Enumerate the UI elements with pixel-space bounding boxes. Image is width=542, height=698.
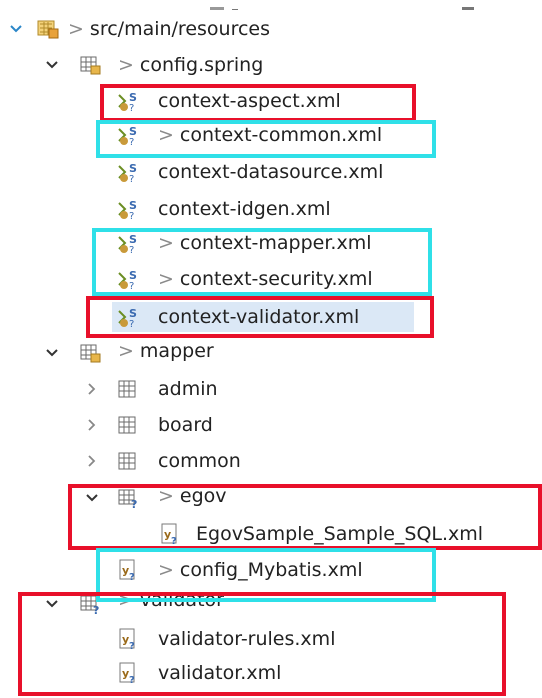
annotation-box-cyan [96, 120, 436, 158]
package-icon [116, 413, 140, 437]
clipped-row-glyphs [210, 7, 474, 10]
package-icon [78, 341, 102, 365]
chevron-right-icon[interactable] [82, 379, 102, 399]
tree-node-label: > src/main/resources [68, 17, 270, 41]
package-icon [116, 449, 140, 473]
tree-node-label: common [158, 450, 241, 472]
annotation-box-red [100, 84, 416, 122]
dirty-marker: > [118, 340, 134, 362]
chevron-down-icon[interactable] [42, 55, 62, 75]
tree-node-admin[interactable]: admin [0, 372, 542, 406]
chevron-down-icon[interactable] [42, 343, 62, 363]
dirty-marker: > [68, 18, 84, 40]
package-icon [78, 53, 102, 77]
tree-node-mapper[interactable]: > mapper [0, 336, 542, 370]
tree-node-label: board [158, 414, 213, 436]
tree-node-config-spring[interactable]: > config.spring [0, 48, 542, 82]
clipped-previous-row [0, 0, 542, 10]
chevron-down-icon[interactable] [6, 19, 26, 39]
src-main-resources-label: src/main/resources [89, 18, 271, 40]
annotation-box-red [86, 296, 434, 338]
dirty-marker: > [118, 54, 134, 76]
source-folder-icon [36, 17, 60, 41]
annotation-box-red [18, 592, 506, 696]
spring-xml-icon: S ? [116, 160, 140, 184]
tree-node-label: context-idgen.xml [158, 198, 331, 220]
config-spring-label: config.spring [139, 54, 264, 76]
mapper-label: mapper [139, 340, 214, 362]
tree-node-label: context-datasource.xml [158, 161, 384, 183]
chevron-right-icon[interactable] [82, 451, 102, 471]
annotation-box-cyan [92, 228, 432, 296]
svg-text:?: ? [129, 211, 134, 221]
tree-node-common[interactable]: common [0, 444, 542, 478]
tree-node-src-main-resources[interactable]: > src/main/resources [0, 12, 542, 46]
tree-node-label: > mapper [118, 339, 214, 363]
tree-node-label: admin [158, 378, 218, 400]
tree-file-context-idgen[interactable]: S ? context-idgen.xml [0, 192, 542, 226]
package-icon [116, 377, 140, 401]
svg-text:?: ? [129, 174, 134, 184]
tree-node-label: > config.spring [118, 53, 263, 77]
spring-xml-icon: S ? [116, 197, 140, 221]
tree-file-context-datasource[interactable]: S ? context-datasource.xml [0, 155, 542, 189]
tree-node-board[interactable]: board [0, 408, 542, 442]
chevron-right-icon[interactable] [82, 415, 102, 435]
annotation-box-red [68, 484, 542, 550]
